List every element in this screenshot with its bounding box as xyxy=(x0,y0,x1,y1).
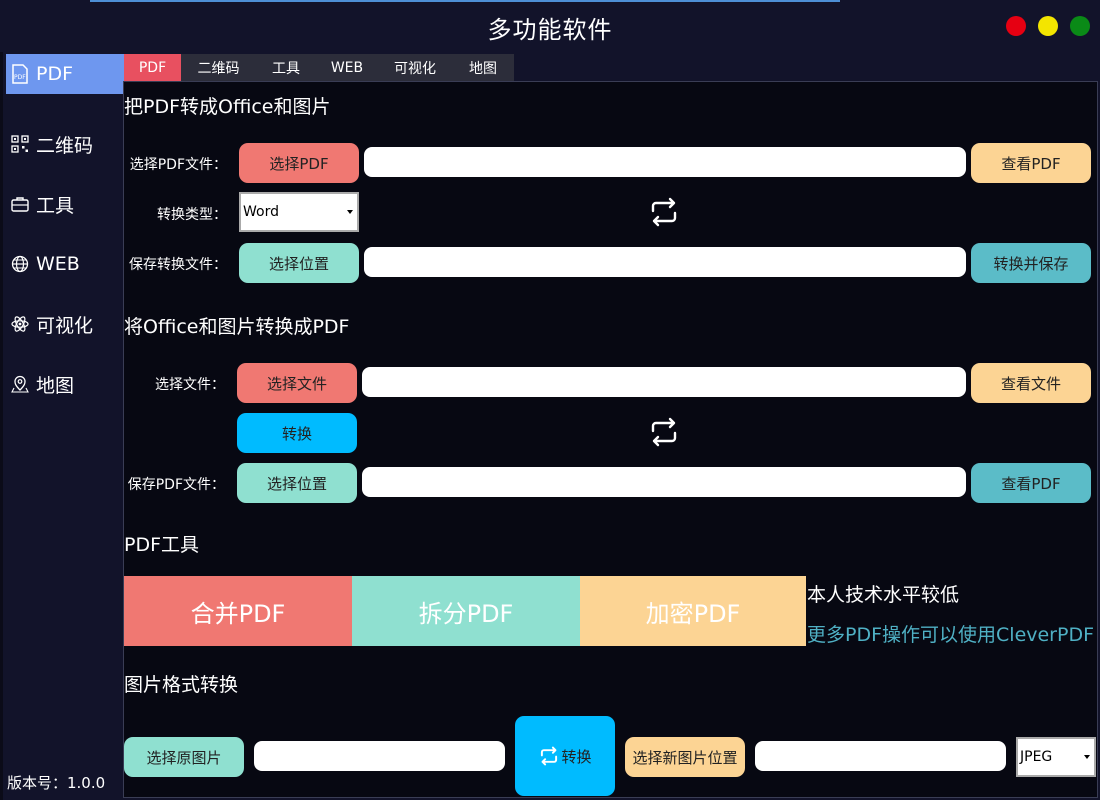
tab-map[interactable]: 地图 xyxy=(452,54,514,81)
convert-to-pdf-button[interactable]: 转换 xyxy=(237,413,357,453)
convert-type-label: 转换类型： xyxy=(157,207,227,223)
tab-pdf[interactable]: PDF xyxy=(124,54,181,81)
sidebar-item-visualization[interactable]: 可视化 xyxy=(6,304,124,344)
sidebar-item-web[interactable]: WEB xyxy=(6,244,124,284)
close-window-button[interactable] xyxy=(1006,16,1026,36)
sidebar-item-label: 工具 xyxy=(36,194,75,217)
convert-type-select[interactable]: Word xyxy=(239,192,359,232)
tab-web[interactable]: WEB xyxy=(316,54,378,81)
view-pdf-button[interactable]: 查看PDF xyxy=(971,143,1091,183)
sidebar-item-qrcode[interactable]: 二维码 xyxy=(6,124,124,164)
choose-file-label: 选择文件： xyxy=(155,377,225,393)
choose-file-button[interactable]: 选择文件 xyxy=(237,363,357,403)
encrypt-pdf-button[interactable]: 加密PDF xyxy=(580,576,806,646)
pdf-save-path-field[interactable] xyxy=(362,467,966,497)
swap-arrows-icon xyxy=(651,417,677,447)
title-accent-line xyxy=(90,0,840,2)
save-path-field[interactable] xyxy=(364,247,966,277)
chevron-down-icon xyxy=(347,210,353,214)
toolbox-icon xyxy=(10,194,30,214)
save-pdf-label: 保存PDF文件： xyxy=(127,477,225,493)
tab-tools[interactable]: 工具 xyxy=(256,54,316,81)
tab-bar: PDF 二维码 工具 WEB 可视化 地图 xyxy=(124,54,514,81)
split-pdf-button[interactable]: 拆分PDF xyxy=(352,576,580,646)
choose-new-image-location-button[interactable]: 选择新图片位置 xyxy=(625,737,745,777)
atom-icon xyxy=(10,314,30,334)
globe-icon xyxy=(10,254,30,274)
cleverpdf-link[interactable]: 更多PDF操作可以使用CleverPDF xyxy=(807,620,1094,647)
pdf-panel: 把PDF转成Office和图片 选择PDF文件： 选择PDF 查看PDF 转换类… xyxy=(123,81,1098,798)
convert-type-value: Word xyxy=(243,204,279,220)
svg-text:PDF: PDF xyxy=(14,74,26,81)
sidebar-item-map[interactable]: 地图 xyxy=(6,364,124,404)
choose-source-image-button[interactable]: 选择原图片 xyxy=(124,737,244,777)
version-label: 版本号：1.0.0 xyxy=(7,774,106,792)
chevron-down-icon xyxy=(1084,755,1090,759)
image-format-value: JPEG xyxy=(1020,749,1053,765)
section-title-pdf-to-office: 把PDF转成Office和图片 xyxy=(124,96,331,118)
choose-pdf-button[interactable]: 选择PDF xyxy=(239,143,359,183)
qr-code-icon xyxy=(10,134,30,154)
pdf-path-field[interactable] xyxy=(364,147,966,177)
sidebar-item-pdf[interactable]: PDF PDF xyxy=(6,54,124,94)
convert-image-button[interactable]: 转换 xyxy=(515,716,615,796)
title-bar: 多功能软件 xyxy=(0,0,1100,52)
swap-arrows-icon xyxy=(651,197,677,227)
convert-and-save-button[interactable]: 转换并保存 xyxy=(971,243,1091,283)
section-title-office-to-pdf: 将Office和图片转换成PDF xyxy=(124,316,350,338)
source-file-path-field[interactable] xyxy=(362,367,966,397)
minimize-window-button[interactable] xyxy=(1038,16,1058,36)
choose-pdf-label: 选择PDF文件： xyxy=(129,157,227,173)
section-title-image-convert: 图片格式转换 xyxy=(124,674,239,696)
sidebar: PDF PDF 二维码 工具 WEB 可视化 地图 版本号：1.0.0 xyxy=(0,52,124,800)
image-format-select[interactable]: JPEG xyxy=(1016,737,1096,777)
app-title: 多功能软件 xyxy=(487,16,613,44)
convert-image-label: 转换 xyxy=(561,747,592,766)
choose-save-location-button[interactable]: 选择位置 xyxy=(239,243,359,283)
maximize-window-button[interactable] xyxy=(1070,16,1090,36)
map-pin-icon xyxy=(10,374,30,394)
sidebar-item-label: 地图 xyxy=(36,374,75,397)
merge-pdf-button[interactable]: 合并PDF xyxy=(124,576,352,646)
new-image-path-field[interactable] xyxy=(755,741,1006,771)
pdf-file-icon: PDF xyxy=(10,64,30,84)
section-title-pdf-tools: PDF工具 xyxy=(124,534,200,556)
view-output-pdf-button[interactable]: 查看PDF xyxy=(971,463,1091,503)
choose-pdf-save-location-button[interactable]: 选择位置 xyxy=(237,463,357,503)
save-converted-label: 保存转换文件： xyxy=(129,257,227,273)
source-image-path-field[interactable] xyxy=(254,741,505,771)
sidebar-item-label: 二维码 xyxy=(36,134,94,157)
tab-visualization[interactable]: 可视化 xyxy=(378,54,452,81)
swap-arrows-icon xyxy=(541,746,558,766)
sidebar-item-tools[interactable]: 工具 xyxy=(6,184,124,224)
disclaimer-text: 本人技术水平较低 xyxy=(807,584,960,606)
view-file-button[interactable]: 查看文件 xyxy=(971,363,1091,403)
sidebar-item-label: WEB xyxy=(36,253,80,275)
tab-qrcode[interactable]: 二维码 xyxy=(181,54,256,81)
sidebar-item-label: 可视化 xyxy=(36,314,94,337)
sidebar-item-label: PDF xyxy=(36,63,74,85)
